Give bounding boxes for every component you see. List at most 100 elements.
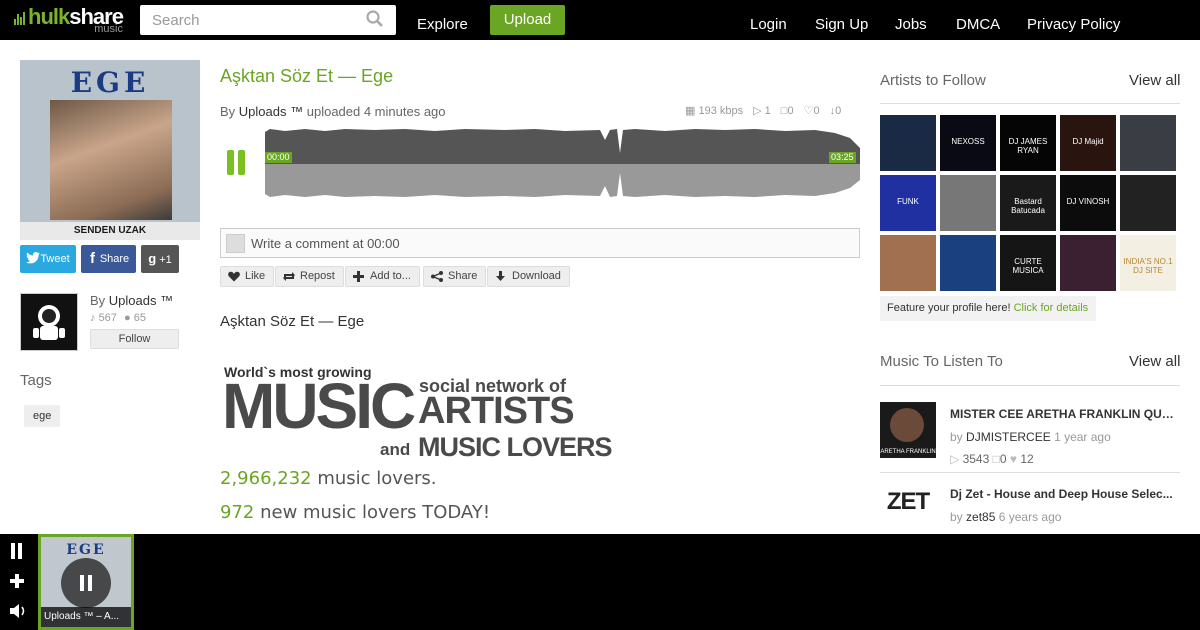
song-title[interactable]: Dj Zet - House and Deep House Selec... <box>950 487 1180 501</box>
heart-icon <box>228 271 240 282</box>
nav-jobs[interactable]: Jobs <box>895 16 927 33</box>
upload-button[interactable]: Upload <box>490 5 565 35</box>
nav-login[interactable]: Login <box>750 16 787 33</box>
add-to-button[interactable]: Add to... <box>345 266 420 287</box>
artist-tile-label: CURTE MUSICA <box>1012 257 1044 275</box>
gplus-label: +1 <box>159 254 172 266</box>
artist-tile[interactable]: CURTE MUSICA <box>1000 235 1056 291</box>
song-thumbnail[interactable]: ARETHA FRANKLIN <box>880 402 936 458</box>
time-total: 03:25 <box>829 152 856 163</box>
uploader-tracks-count: 567 <box>98 312 117 324</box>
plays-icon: ▷ <box>950 452 960 466</box>
twitter-icon <box>26 252 40 264</box>
song-plays: 3543 <box>962 452 990 466</box>
download-icon <box>496 271 505 281</box>
volume-icon[interactable] <box>10 603 28 619</box>
artist-tile[interactable] <box>940 235 996 291</box>
bottom-player: EGE Uploads ™ – A... <box>0 534 1200 630</box>
artist-tile[interactable] <box>880 235 936 291</box>
uploaded-time: uploaded 4 minutes ago <box>306 104 446 119</box>
nav-dmca[interactable]: DMCA <box>956 16 1000 33</box>
new-users-count: 972 <box>220 502 255 523</box>
hulkshare-logo[interactable]: hulkshare music <box>14 6 124 35</box>
artists-view-all[interactable]: View all <box>1129 72 1180 89</box>
artist-tile[interactable] <box>1120 175 1176 231</box>
waveform[interactable] <box>265 128 860 198</box>
tag-ege[interactable]: ege <box>24 405 61 427</box>
facebook-share-button[interactable]: f Share <box>81 245 136 273</box>
uploader-link[interactable]: Uploads ™ <box>239 104 303 119</box>
song-user-link[interactable]: zet85 <box>966 510 995 524</box>
comment-box <box>220 228 860 258</box>
comment-input[interactable] <box>251 229 851 257</box>
artist-tile[interactable]: DJ Majid <box>1060 115 1116 171</box>
artist-tile[interactable]: Bastard Batucada <box>1000 175 1056 231</box>
song-stats: ▷ 3543 □0 ♥ 12 <box>950 452 1034 466</box>
cover-photo <box>50 100 172 220</box>
nav-privacy-policy[interactable]: Privacy Policy <box>1027 16 1120 33</box>
total-users-line: 2,966,232 music lovers. <box>220 468 437 489</box>
like-label: Like <box>245 270 266 282</box>
plays-icon: ▷ <box>753 105 762 117</box>
artist-tile-label: DJ JAMES RYAN <box>1008 137 1048 155</box>
facebook-icon: f <box>90 250 95 267</box>
tracks-icon: ♪ <box>90 312 96 324</box>
promo-music: MUSIC <box>222 370 416 442</box>
bitrate-value: 193 kbps <box>698 105 744 117</box>
song-byline: by DJMISTERCEE 1 year ago <box>950 430 1111 444</box>
promo-banner: World`s most growing MUSIC social networ… <box>222 364 622 464</box>
player-pause-button[interactable] <box>61 558 111 608</box>
artist-tile[interactable] <box>880 115 936 171</box>
search-icon[interactable] <box>366 10 384 28</box>
repost-button[interactable]: Repost <box>275 266 344 287</box>
total-users-text: music lovers. <box>317 468 437 489</box>
artist-tile[interactable]: INDIA'S NO.1 DJ SITE <box>1120 235 1176 291</box>
repost-icon <box>283 272 295 281</box>
bitrate-icon: ▦ <box>685 105 696 117</box>
artist-tile[interactable]: NEXOSS <box>940 115 996 171</box>
download-button[interactable]: Download <box>487 266 570 287</box>
nav-explore[interactable]: Explore <box>417 16 468 33</box>
artist-tile[interactable]: FUNK <box>880 175 936 231</box>
nav-signup[interactable]: Sign Up <box>815 16 868 33</box>
search-box <box>140 5 396 35</box>
share-button[interactable]: Share <box>423 266 487 287</box>
uploader-name-link[interactable]: Uploads ™ <box>109 293 173 308</box>
uploader-stats: ♪ 567 ● 65 <box>90 312 146 324</box>
upload-info: By Uploads ™ uploaded 4 minutes ago <box>220 104 446 119</box>
search-input[interactable] <box>140 5 360 35</box>
artist-tile[interactable] <box>1060 235 1116 291</box>
pause-icon[interactable] <box>225 150 249 176</box>
follow-button[interactable]: Follow <box>90 329 179 349</box>
comments-count: 0 <box>787 104 794 117</box>
followers-icon: ● <box>123 312 131 324</box>
song-likes: 12 <box>1020 452 1034 466</box>
like-button[interactable]: Like <box>220 266 275 287</box>
listen-view-all[interactable]: View all <box>1129 353 1180 370</box>
artist-tile[interactable] <box>1120 115 1176 171</box>
promo-music-lovers: MUSIC LOVERS <box>418 432 613 462</box>
artist-tile[interactable]: DJ JAMES RYAN <box>1000 115 1056 171</box>
uploader-avatar[interactable] <box>20 293 78 351</box>
artists-heading: Artists to Follow <box>880 72 986 89</box>
plays-count: 1 <box>764 105 771 117</box>
likes-count: 0 <box>813 105 820 117</box>
artist-tile-label: DJ Majid <box>1072 137 1104 146</box>
track-cover-art: EGE SENDEN UZAK <box>20 60 200 240</box>
user-avatar-icon <box>226 234 245 253</box>
song-thumb-text: ZET <box>886 488 930 515</box>
song-thumbnail[interactable]: ZET <box>880 482 936 538</box>
tweet-button[interactable]: Tweet <box>20 245 76 273</box>
player-cover[interactable]: EGE Uploads ™ – A... <box>38 534 134 630</box>
share-icon <box>431 271 443 282</box>
google-plus-button[interactable]: g +1 <box>141 245 179 273</box>
song-user-link[interactable]: DJMISTERCEE <box>966 430 1051 444</box>
artist-tile-label: FUNK <box>897 197 919 206</box>
song-title[interactable]: MISTER CEE ARETHA FRANKLIN QUEEN... <box>950 407 1180 421</box>
pause-icon[interactable] <box>10 543 24 559</box>
plus-icon[interactable] <box>10 574 24 588</box>
artist-tile[interactable]: DJ VINOSH <box>1060 175 1116 231</box>
artist-tile[interactable] <box>940 175 996 231</box>
feature-link[interactable]: Click for details <box>1014 302 1089 314</box>
cover-title: EGE <box>70 66 150 99</box>
